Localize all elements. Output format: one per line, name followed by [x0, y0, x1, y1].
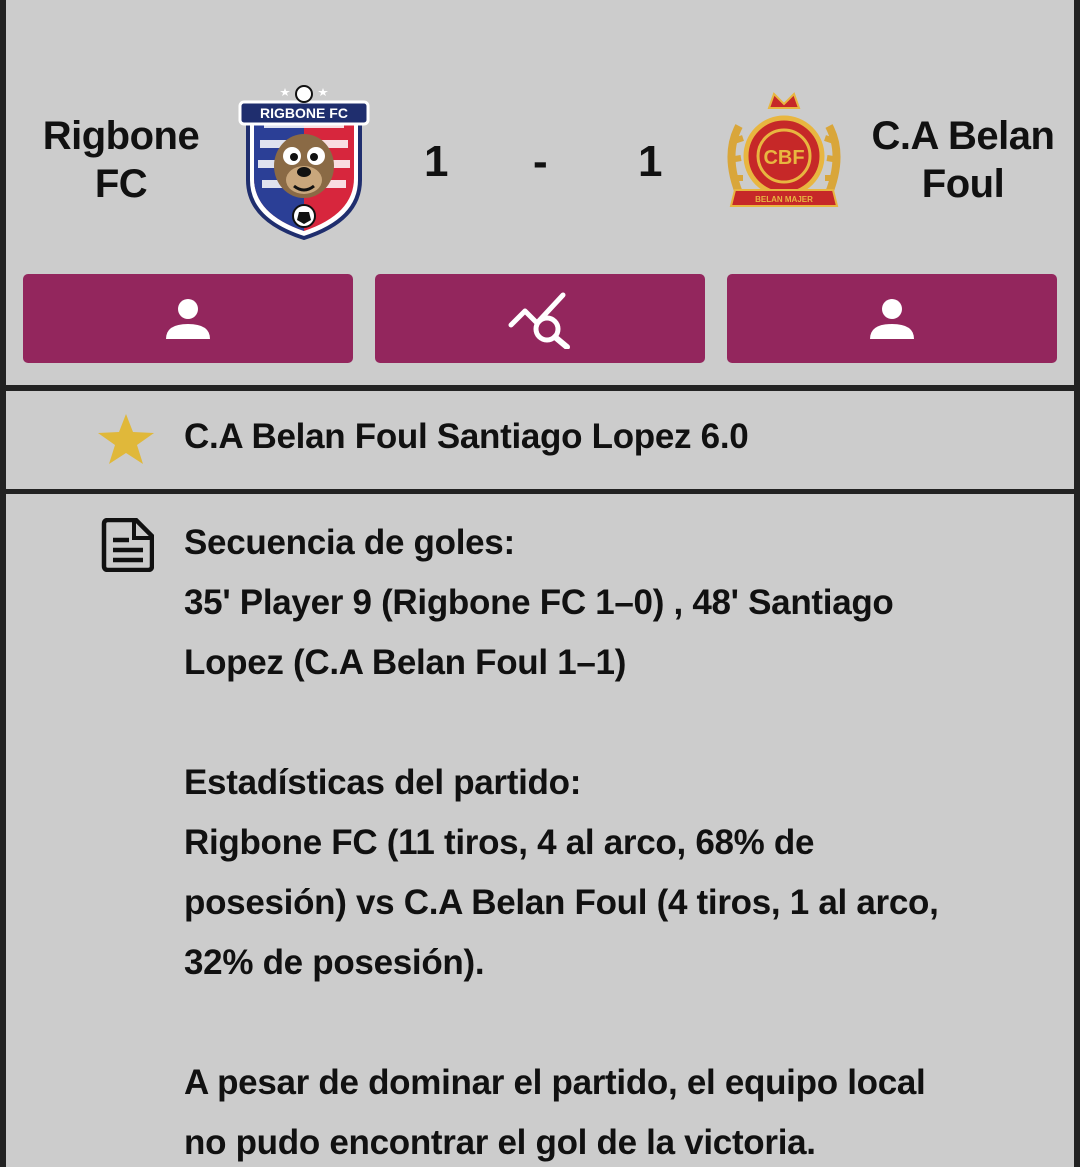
goals-line: 35' Player 9 (Rigbone FC 1–0) , 48' Sant…	[184, 583, 894, 622]
away-lineup-button[interactable]	[727, 274, 1057, 363]
svg-text:RIGBONE FC: RIGBONE FC	[260, 105, 348, 121]
svg-text:BELAN MAJER: BELAN MAJER	[755, 195, 813, 204]
goals-line: Lopez (C.A Belan Foul 1–1)	[184, 643, 627, 682]
away-score: 1	[638, 137, 663, 186]
player-of-the-match[interactable]: C.A Belan Foul Santiago Lopez 6.0	[0, 391, 1080, 489]
match-header: Rigbone FC RIGBONE FC 1 - 1 CBF BELAN MA…	[6, 0, 1074, 260]
player-of-the-match-text: C.A Belan Foul Santiago Lopez 6.0	[184, 417, 749, 456]
comment-line: no pudo encontrar el gol de la victoria.	[184, 1123, 816, 1162]
person-icon	[870, 298, 914, 339]
home-score: 1	[424, 137, 449, 186]
summary-text: Secuencia de goles: 35' Player 9 (Rigbon…	[184, 513, 1054, 1167]
goals-title: Secuencia de goles:	[184, 523, 515, 562]
home-team-name-line2: FC	[94, 162, 148, 206]
stats-title: Estadísticas del partido:	[184, 763, 582, 802]
score-separator: -	[533, 137, 548, 186]
match-summary: Secuencia de goles: 35' Player 9 (Rigbon…	[0, 494, 1080, 1167]
person-icon	[166, 298, 210, 339]
svg-text:CBF: CBF	[763, 147, 804, 169]
home-team-name[interactable]: Rigbone FC	[26, 112, 216, 208]
home-lineup-button[interactable]	[23, 274, 353, 363]
away-team-name[interactable]: C.A Belan Foul	[868, 112, 1058, 208]
star-icon	[98, 414, 154, 464]
stats-line: posesión) vs C.A Belan Foul (4 tiros, 1 …	[184, 883, 939, 922]
stats-search-icon	[508, 292, 570, 349]
stats-line: Rigbone FC (11 tiros, 4 al arco, 68% de	[184, 823, 815, 862]
comment-line: A pesar de dominar el partido, el equipo…	[184, 1063, 926, 1102]
away-team-name-line1: C.A Belan	[871, 114, 1055, 158]
document-icon	[101, 518, 154, 572]
stats-line: 32% de posesión).	[184, 943, 485, 982]
match-stats-button[interactable]	[375, 274, 705, 363]
rigbone-fc-crest[interactable]: RIGBONE FC	[234, 84, 374, 240]
away-team-name-line2: Foul	[921, 162, 1005, 206]
action-buttons	[0, 274, 1080, 364]
ca-belan-foul-crest[interactable]: CBF BELAN MAJER	[719, 86, 849, 222]
home-team-name-line1: Rigbone	[42, 114, 200, 158]
